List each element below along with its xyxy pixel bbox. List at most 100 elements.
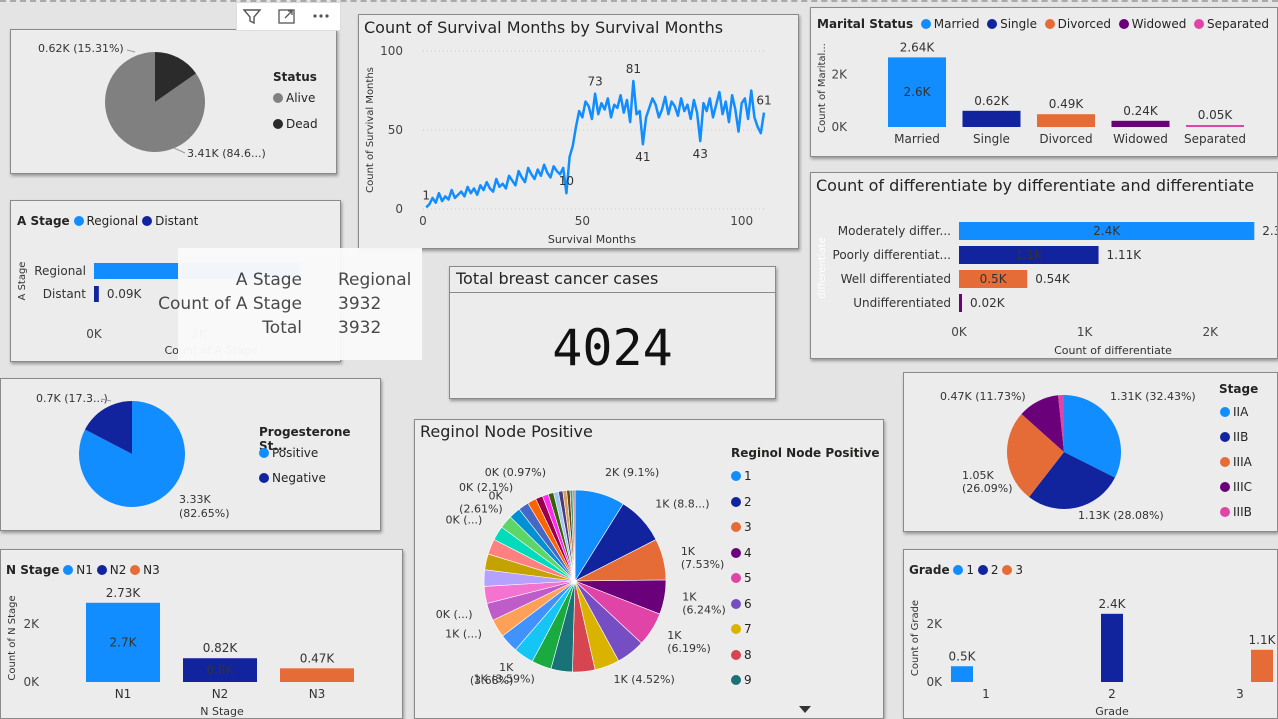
bar	[1037, 114, 1095, 127]
data-label: 1K (...)	[445, 628, 482, 641]
legend-label: 3	[1015, 563, 1023, 577]
data-label: 0.62K (15.31%)	[38, 42, 124, 55]
legend-label: 1	[744, 469, 752, 483]
legend-item-divorced[interactable]: Divorced	[1041, 17, 1111, 31]
nstage-bar-tile[interactable]: 0K 2K Count of N Stage N Stage 2.73K N1 2.7K 0.…	[0, 549, 403, 719]
data-label: 43	[693, 147, 708, 161]
legend-item-stage-iiib[interactable]: IIIB	[1220, 505, 1252, 519]
legend-dot	[731, 471, 741, 481]
legend-item-regional[interactable]: Regional	[73, 214, 138, 228]
more-options-icon[interactable]	[311, 7, 331, 25]
survival-line-tile[interactable]: Count of Survival Months by Survival Mon…	[358, 14, 799, 249]
stage-pie-tile[interactable]: 1.31K (32.43%) 1.13K (28.08%) 1.05K (26.09%…	[903, 372, 1278, 532]
legend-item-node-8[interactable]: 8	[731, 648, 752, 662]
y-axis-title: differentiate	[817, 237, 828, 298]
legend-item-grade-2[interactable]: 2	[977, 563, 999, 577]
differentiate-bar-tile[interactable]: Count of differentiate by differentiate …	[810, 172, 1278, 359]
grade-legend: Grade 1 2 3	[909, 563, 1023, 577]
data-label: 0.47K (11.73%)	[940, 390, 1026, 403]
legend-item-stage-iiia[interactable]: IIIA	[1220, 455, 1252, 469]
x-tick-label: 100	[730, 214, 753, 228]
data-label: 1.05K (26.09%)	[962, 469, 1013, 495]
progesterone-pie-tile[interactable]: 3.33K (82.65%) 0.7K (17.3...) Progesterone…	[0, 378, 381, 531]
inner-label: 0.8K	[207, 663, 235, 677]
legend-dot	[273, 93, 283, 103]
legend-label: Distant	[155, 214, 199, 228]
legend-label: IIIB	[1233, 505, 1252, 519]
legend-item-dead[interactable]: Dead	[273, 117, 318, 131]
marital-bar-tile[interactable]: 0K 2K Count of Marital... 2.64K Married 2.6K 0…	[810, 7, 1278, 157]
legend-item-node-3[interactable]: 3	[731, 520, 752, 534]
data-label: 2.64K	[900, 40, 936, 54]
legend-label: 2	[744, 494, 752, 509]
legend-item-node-7[interactable]: 7	[731, 622, 752, 636]
data-label: 0.54K	[1035, 272, 1071, 286]
data-label: 1K (8.8...)	[655, 497, 709, 510]
legend-label: Married	[933, 17, 980, 31]
legend-item-node-4[interactable]: 4	[731, 546, 752, 560]
data-label: 0.47K	[300, 651, 336, 665]
legend-dot	[731, 649, 741, 660]
bar	[959, 294, 962, 312]
reginol-pie-tile[interactable]: Reginol Node Positive 2K (9.1%) 1K (8.8..…	[414, 419, 884, 719]
legend-item-distant[interactable]: Distant	[142, 214, 198, 228]
data-label: 0.7K (17.3...)	[36, 392, 108, 405]
legend-item-node-5[interactable]: 5	[731, 571, 752, 585]
legend-item-node-1[interactable]: 1	[731, 469, 752, 483]
legend-item-widowed[interactable]: Widowed	[1115, 17, 1186, 31]
data-label: 1	[422, 188, 430, 202]
legend-label: N2	[109, 563, 127, 577]
focus-mode-icon[interactable]	[277, 7, 297, 25]
legend-item-stage-iib[interactable]: IIB	[1220, 430, 1248, 444]
legend-item-grade-1[interactable]: 1	[953, 563, 974, 577]
leader-line	[126, 49, 136, 53]
legend-label: 6	[744, 596, 752, 611]
grade-bar-tile[interactable]: 0K 2K Count of Grade Grade 0.5K 1 2.4K 2 1.1K 3 G…	[903, 549, 1278, 719]
legend-item-married[interactable]: Married	[917, 17, 980, 31]
legend-item-positive[interactable]: Positive	[259, 446, 318, 460]
x-tick-label: N2	[212, 687, 229, 701]
data-label: 1.31K (32.43%)	[1110, 390, 1196, 403]
scroll-down-icon[interactable]	[798, 704, 812, 714]
bar	[1251, 649, 1273, 682]
data-label: 1K (7.53%)	[681, 545, 725, 571]
data-label: 0.62K	[974, 94, 1010, 108]
legend-item-n3[interactable]: N3	[130, 563, 160, 577]
legend-item-separated[interactable]: Separated	[1190, 17, 1269, 31]
legend-label: Divorced	[1057, 17, 1111, 31]
legend-item-grade-3[interactable]: 3	[1002, 563, 1023, 577]
x-tick-label: Married	[894, 132, 940, 146]
legend-item-negative[interactable]: Negative	[259, 471, 326, 485]
legend-dot	[731, 547, 741, 558]
nstage-legend-title: N Stage	[6, 563, 60, 577]
legend-label: 7	[744, 622, 752, 636]
legend-item-node-9[interactable]: 9	[731, 673, 752, 687]
astage-tooltip: A Stage Regional Count of A Stage 3932 T…	[158, 248, 422, 360]
total-cases-card[interactable]: Total breast cancer cases 4024	[449, 266, 776, 399]
x-tick-label: N3	[309, 687, 326, 701]
data-label: 10	[559, 174, 574, 188]
legend-item-n2[interactable]: N2	[96, 563, 127, 577]
y-axis-title: Count of Grade	[910, 600, 921, 676]
status-pie-tile[interactable]: 3.41K (84.6...) 0.62K (15.31%) Status Ali…	[10, 29, 337, 174]
legend-label: Dead	[286, 117, 318, 131]
marital-legend: Marital Status Married Single Divorced W…	[817, 17, 1269, 31]
data-label: 0.5K	[949, 649, 977, 663]
legend-item-alive[interactable]: Alive	[273, 91, 315, 105]
y-tick-label: 0K	[831, 120, 848, 134]
legend-item-n1[interactable]: N1	[63, 563, 93, 577]
data-label: 0.82K	[203, 641, 239, 655]
legend-item-stage-iiic[interactable]: IIIC	[1220, 480, 1252, 494]
y-tick-label: Well differentiated	[841, 272, 951, 286]
legend-item-node-6[interactable]: 6	[731, 597, 752, 611]
filter-icon[interactable]	[242, 7, 262, 25]
legend-item-stage-iia[interactable]: IIA	[1220, 405, 1248, 419]
legend-item-node-2[interactable]: 2	[731, 495, 752, 509]
y-tick-label: Undifferentiated	[853, 296, 951, 310]
y-tick-label: 0	[395, 202, 403, 216]
tooltip-key: Count of A Stage	[158, 294, 302, 314]
marital-legend-title: Marital Status	[817, 17, 914, 31]
data-label: 0K (...)	[446, 514, 483, 527]
tooltip-key: Total	[262, 318, 302, 338]
legend-item-single[interactable]: Single	[983, 17, 1037, 31]
